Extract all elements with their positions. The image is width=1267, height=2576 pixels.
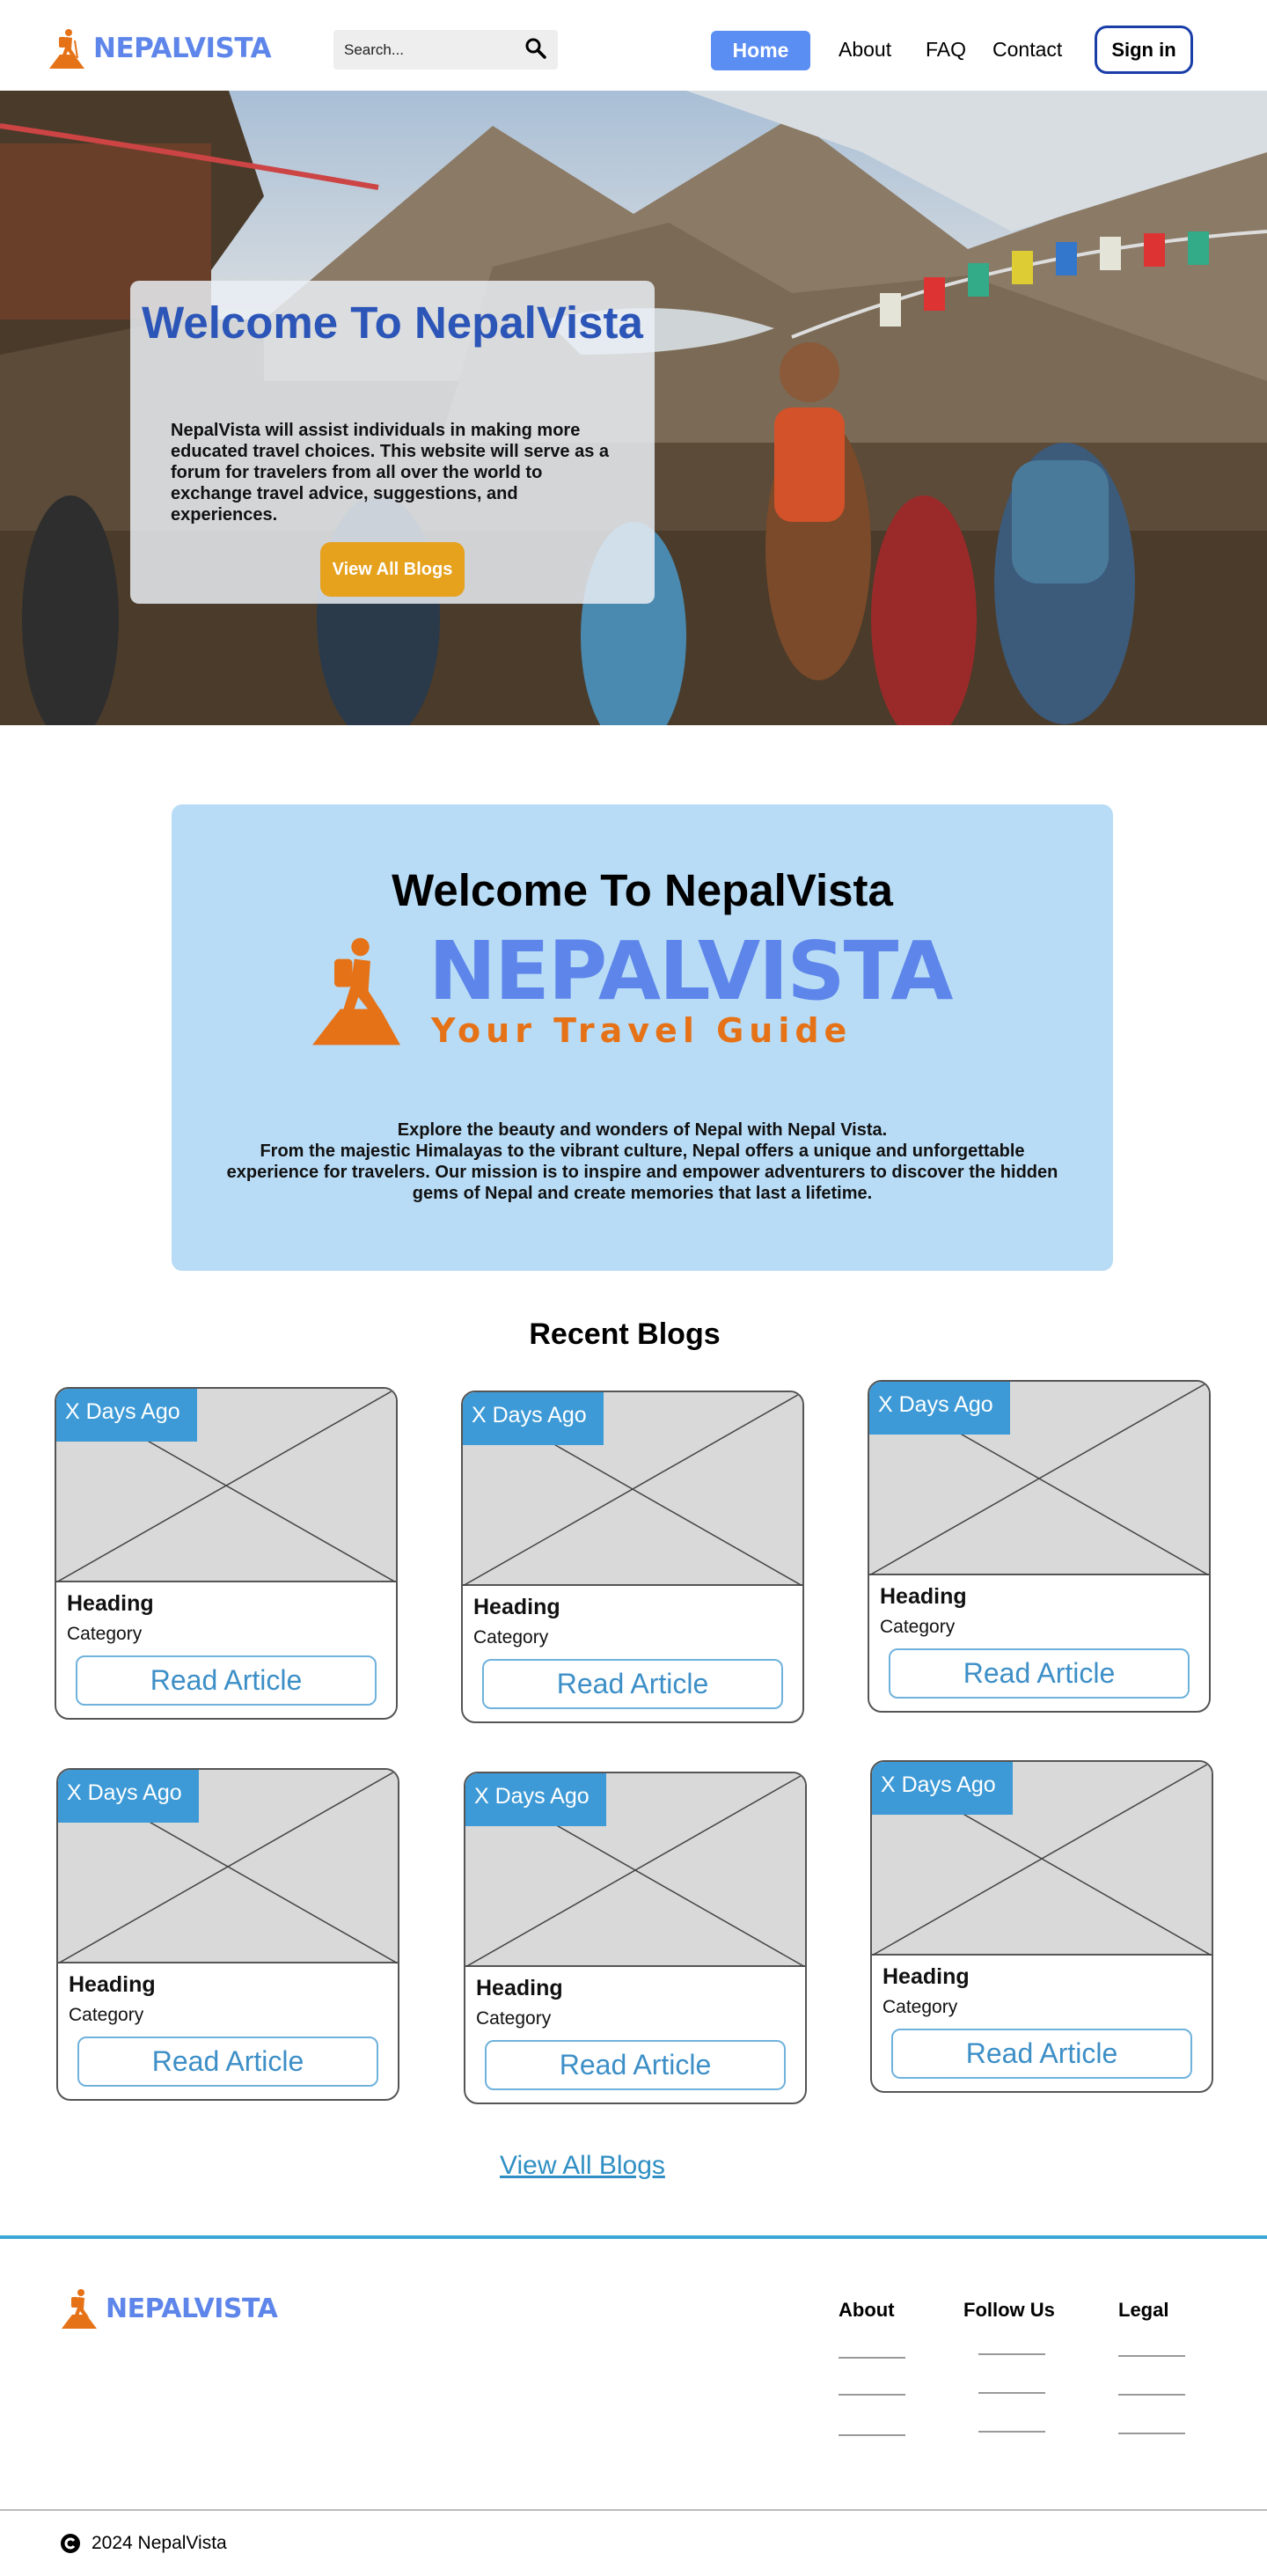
footer-link-placeholder[interactable] xyxy=(839,2434,905,2436)
footer-brand-wordmark: NEPALVISTA xyxy=(106,2293,278,2324)
blog-card[interactable]: X Days Ago Heading Category Read Article xyxy=(55,1387,398,1720)
footer-col-legal: Legal xyxy=(1118,2299,1169,2321)
blog-heading: Heading xyxy=(69,1972,156,1997)
welcome-line-2: From the majestic Himalayas to the vibra… xyxy=(226,1141,1058,1203)
footer-col-about: About xyxy=(839,2299,895,2321)
hero-banner: Welcome To NepalVista NepalVista will as… xyxy=(0,91,1267,725)
recent-blogs-title: Recent Blogs xyxy=(529,1317,721,1351)
blog-category: Category xyxy=(883,1997,958,2017)
blog-heading: Heading xyxy=(880,1584,967,1609)
read-article-button[interactable]: Read Article xyxy=(77,2037,378,2087)
top-navbar: NEPALVISTA Home About FAQ Contact Sign i… xyxy=(0,0,1267,91)
blog-date-badge: X Days Ago xyxy=(869,1382,1010,1435)
blog-date-badge: X Days Ago xyxy=(58,1770,199,1823)
footer-link-placeholder[interactable] xyxy=(1118,2433,1185,2434)
blog-category: Category xyxy=(69,2005,144,2025)
blog-date-badge: X Days Ago xyxy=(465,1773,606,1826)
welcome-description: Explore the beauty and wonders of Nepal … xyxy=(216,1119,1069,1204)
blog-card[interactable]: X Days Ago Heading Category Read Article xyxy=(461,1391,804,1723)
hero-description: NepalVista will assist individuals in ma… xyxy=(171,421,610,525)
brand-wordmark: NEPALVISTA xyxy=(93,33,272,64)
blog-card[interactable]: X Days Ago Heading Category Read Article xyxy=(56,1768,399,2101)
search-box xyxy=(333,30,558,70)
footer-col-follow-us: Follow Us xyxy=(963,2299,1055,2321)
footer-link-placeholder[interactable] xyxy=(1118,2394,1185,2396)
blog-category: Category xyxy=(473,1627,549,1648)
hiker-icon xyxy=(312,937,400,1046)
welcome-logo-wordmark: NEPALVISTA xyxy=(428,924,953,1018)
nav-link-faq[interactable]: FAQ xyxy=(926,38,966,62)
welcome-logo-tagline: Your Travel Guide xyxy=(431,1011,853,1050)
read-article-button[interactable]: Read Article xyxy=(76,1655,377,1706)
footer-brand-logo[interactable]: NEPALVISTA xyxy=(60,2288,278,2329)
footer-bottom-divider xyxy=(0,2509,1267,2511)
hero-view-all-blogs-button[interactable]: View All Blogs xyxy=(320,542,465,597)
footer-link-placeholder[interactable] xyxy=(978,2431,1045,2433)
search-icon[interactable] xyxy=(524,37,547,60)
nav-link-about[interactable]: About xyxy=(839,38,891,62)
hiker-icon xyxy=(62,2289,97,2329)
welcome-line-1: Explore the beauty and wonders of Nepal … xyxy=(397,1120,888,1140)
blog-heading: Heading xyxy=(67,1591,154,1616)
blog-date-badge: X Days Ago xyxy=(56,1389,197,1442)
blog-category: Category xyxy=(476,2008,552,2029)
read-article-button[interactable]: Read Article xyxy=(482,1659,783,1709)
read-article-button[interactable]: Read Article xyxy=(891,2029,1192,2079)
hiker-icon xyxy=(49,29,84,69)
read-article-button[interactable]: Read Article xyxy=(485,2040,786,2090)
copyright-icon xyxy=(61,2534,80,2553)
footer-link-placeholder[interactable] xyxy=(839,2357,905,2359)
hero-title: Welcome To NepalVista xyxy=(142,297,643,348)
blog-heading: Heading xyxy=(883,1964,970,1989)
blog-category: Category xyxy=(67,1624,143,1644)
blog-heading: Heading xyxy=(473,1595,560,1619)
footer-link-placeholder[interactable] xyxy=(978,2392,1045,2394)
footer-divider xyxy=(0,2235,1267,2239)
hero-card: Welcome To NepalVista NepalVista will as… xyxy=(130,281,655,604)
blog-card[interactable]: X Days Ago Heading Category Read Article xyxy=(464,1772,807,2104)
nav-link-contact[interactable]: Contact xyxy=(992,38,1062,62)
copyright-text: 2024 NepalVista xyxy=(92,2533,227,2553)
blog-date-badge: X Days Ago xyxy=(872,1762,1013,1815)
footer-link-placeholder[interactable] xyxy=(978,2353,1045,2355)
brand-logo[interactable]: NEPALVISTA xyxy=(48,28,272,69)
copyright-notice: 2024 NepalVista xyxy=(60,2533,227,2554)
sign-in-button[interactable]: Sign in xyxy=(1095,26,1193,74)
read-article-button[interactable]: Read Article xyxy=(889,1648,1190,1699)
view-all-blogs-link[interactable]: View All Blogs xyxy=(500,2151,665,2181)
footer-link-placeholder[interactable] xyxy=(839,2394,905,2396)
nav-home-button[interactable]: Home xyxy=(711,31,810,70)
blog-date-badge: X Days Ago xyxy=(463,1392,604,1445)
footer-link-placeholder[interactable] xyxy=(1118,2355,1185,2357)
blog-card[interactable]: X Days Ago Heading Category Read Article xyxy=(868,1380,1211,1713)
welcome-title: Welcome To NepalVista xyxy=(392,865,893,915)
welcome-panel: Welcome To NepalVista NEPALVISTA Your Tr… xyxy=(172,804,1113,1271)
search-input[interactable] xyxy=(344,39,511,61)
blog-category: Category xyxy=(880,1617,956,1637)
blog-card[interactable]: X Days Ago Heading Category Read Article xyxy=(870,1760,1213,2093)
blog-heading: Heading xyxy=(476,1976,563,2000)
